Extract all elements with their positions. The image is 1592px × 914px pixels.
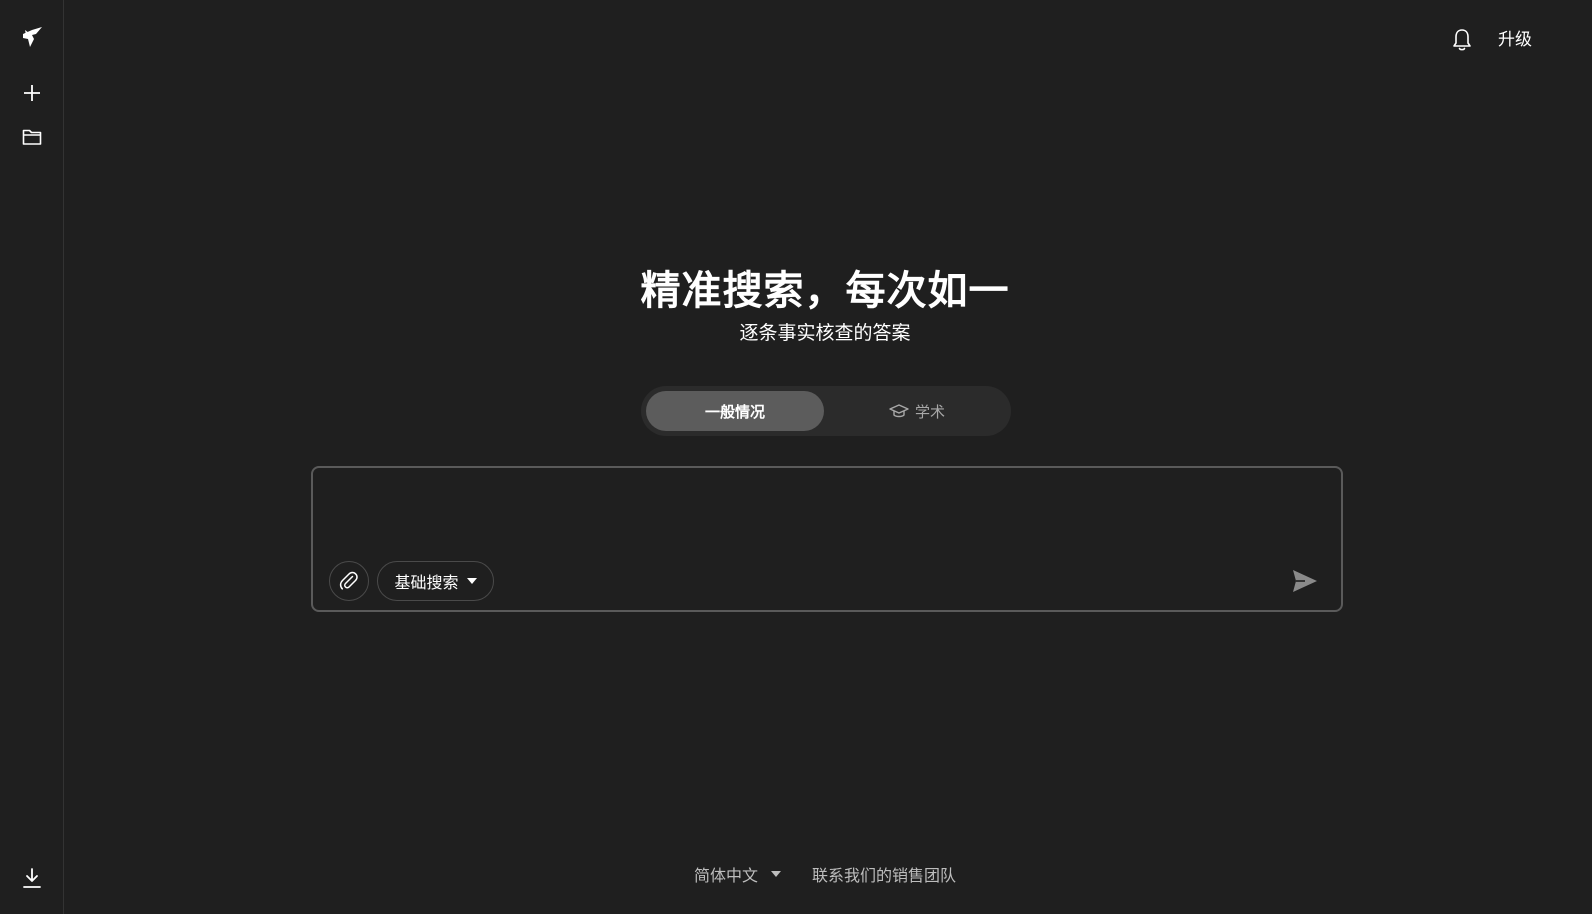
plus-icon[interactable] bbox=[16, 77, 48, 109]
mode-switch: 一般情况 学术 bbox=[641, 386, 1011, 436]
app-window: 升级 精准搜索，每次如一 逐条事实核查的答案 一般情况 学术 基础搜索 简体中文… bbox=[0, 0, 1592, 914]
query-input[interactable] bbox=[329, 482, 1323, 546]
paperclip-icon bbox=[339, 571, 358, 590]
contact-sales-link[interactable]: 联系我们的销售团队 bbox=[812, 862, 956, 886]
search-mode-dropdown[interactable]: 基础搜索 bbox=[377, 561, 494, 601]
tab-general-label: 一般情况 bbox=[704, 402, 765, 421]
tab-academic[interactable]: 学术 bbox=[828, 391, 1006, 431]
bell-icon[interactable] bbox=[1448, 26, 1476, 54]
query-box: 基础搜索 bbox=[311, 466, 1343, 612]
graduation-cap-icon bbox=[889, 404, 909, 418]
download-icon[interactable] bbox=[16, 862, 48, 894]
send-button[interactable] bbox=[1290, 566, 1320, 596]
tab-general[interactable]: 一般情况 bbox=[646, 391, 824, 431]
upgrade-button[interactable]: 升级 bbox=[1498, 26, 1532, 54]
language-label: 简体中文 bbox=[694, 866, 759, 885]
sidebar bbox=[0, 0, 64, 914]
logo-icon[interactable] bbox=[16, 21, 48, 53]
caret-down-icon bbox=[771, 871, 782, 877]
folder-icon[interactable] bbox=[16, 121, 48, 153]
tab-academic-label: 学术 bbox=[914, 402, 945, 421]
scrollbar[interactable] bbox=[1568, 0, 1592, 914]
language-selector[interactable]: 简体中文 bbox=[694, 862, 782, 886]
caret-down-icon bbox=[466, 578, 477, 584]
search-mode-label: 基础搜索 bbox=[394, 573, 459, 592]
send-icon bbox=[1293, 570, 1317, 592]
attach-button[interactable] bbox=[329, 561, 369, 601]
page-subtitle: 逐条事实核查的答案 bbox=[739, 322, 911, 344]
page-title: 精准搜索，每次如一 bbox=[640, 268, 1010, 314]
